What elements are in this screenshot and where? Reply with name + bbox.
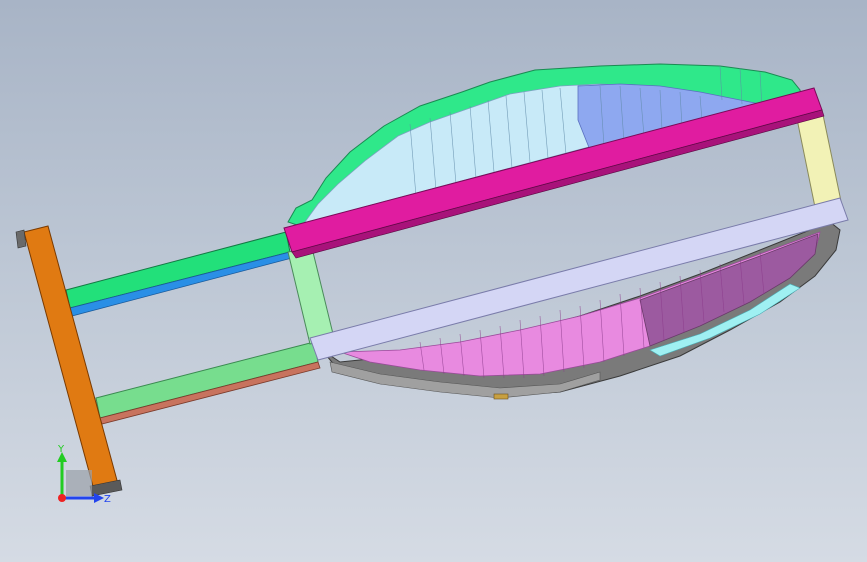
triad-z-label: Z xyxy=(104,494,111,505)
lower-rail-body xyxy=(95,341,319,419)
cad-3d-viewport[interactable]: Y Z xyxy=(0,0,867,562)
end-bar-body xyxy=(23,225,119,491)
triad-x-axis-dot xyxy=(58,494,66,502)
triad-grey-block xyxy=(66,470,92,496)
right-post xyxy=(795,109,843,213)
triad-y-label: Y xyxy=(57,444,65,455)
model-canvas[interactable]: Y Z xyxy=(0,0,867,562)
upper-rail[interactable] xyxy=(65,231,293,317)
lower-rail[interactable] xyxy=(95,341,321,425)
left-post xyxy=(287,247,335,345)
lower-shell-tab xyxy=(493,393,509,400)
end-bar-bracket-top xyxy=(15,229,27,249)
upper-shell[interactable] xyxy=(287,63,803,227)
lower-shell[interactable] xyxy=(321,221,841,400)
upper-rail-body xyxy=(65,231,291,309)
end-bar[interactable] xyxy=(15,225,123,497)
